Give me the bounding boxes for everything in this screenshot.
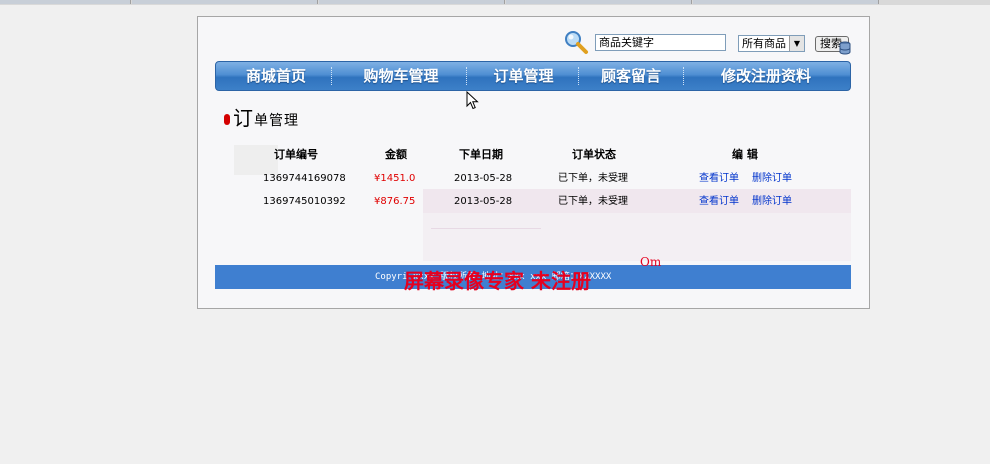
col-header-order-id: 订单编号 bbox=[274, 148, 318, 161]
nav-separator bbox=[683, 67, 684, 85]
nav-item-orders[interactable]: 订单管理 bbox=[471, 62, 576, 90]
order-status: 已下单，未受理 bbox=[558, 196, 628, 207]
nav-item-home[interactable]: 商城首页 bbox=[226, 62, 326, 90]
main-nav-bar: 商城首页 购物车管理 订单管理 顾客留言 修改注册资料 bbox=[215, 61, 851, 91]
page-title-first-char: 订 bbox=[233, 106, 253, 130]
order-status: 已下单，未受理 bbox=[558, 173, 628, 184]
mouse-cursor-icon bbox=[466, 91, 479, 110]
nav-item-messages[interactable]: 顾客留言 bbox=[581, 62, 681, 90]
background-smudge bbox=[234, 145, 278, 175]
delete-order-link[interactable]: 删除订单 bbox=[752, 195, 792, 209]
browser-tab[interactable] bbox=[319, 0, 505, 4]
view-order-link[interactable]: 查看订单 bbox=[699, 195, 739, 209]
watermark-superscript: Om bbox=[640, 255, 662, 269]
browser-tab[interactable] bbox=[506, 0, 692, 4]
view-order-link[interactable]: 查看订单 bbox=[699, 172, 739, 186]
shop-page: 所有商品 ▼ 搜索 商城首页 购物车管理 订单管理 顾客留言 修改注册资料 订 … bbox=[197, 16, 870, 309]
col-header-date: 下单日期 bbox=[459, 148, 503, 161]
col-header-edit: 编 辑 bbox=[732, 148, 758, 161]
browser-tab[interactable] bbox=[0, 0, 131, 4]
title-bullet-icon bbox=[224, 114, 230, 125]
row-shade bbox=[423, 213, 851, 261]
order-id: 1369744169078 bbox=[263, 173, 346, 184]
nav-item-profile[interactable]: 修改注册资料 bbox=[691, 62, 841, 90]
recorder-watermark: 屏幕录像专家 未注册 bbox=[404, 269, 591, 293]
delete-order-link[interactable]: 删除订单 bbox=[752, 172, 792, 186]
nav-separator bbox=[331, 67, 332, 85]
dropdown-arrow-icon[interactable]: ▼ bbox=[789, 36, 804, 51]
database-icon bbox=[839, 41, 851, 55]
browser-tab[interactable] bbox=[132, 0, 318, 4]
search-input[interactable] bbox=[595, 34, 726, 51]
order-date: 2013-05-28 bbox=[454, 173, 513, 184]
col-header-amount: 金额 bbox=[385, 148, 407, 161]
browser-tab[interactable] bbox=[693, 0, 879, 4]
nav-separator bbox=[578, 67, 579, 85]
col-header-status: 订单状态 bbox=[572, 148, 616, 161]
order-amount: ¥876.75 bbox=[374, 196, 416, 207]
order-amount: ¥1451.0 bbox=[374, 173, 416, 184]
row-shade-line bbox=[431, 228, 541, 229]
category-select-value: 所有商品 bbox=[742, 37, 786, 50]
magnifier-icon bbox=[565, 31, 588, 54]
nav-separator bbox=[466, 67, 467, 85]
page-title-rest: 单管理 bbox=[254, 113, 299, 129]
order-id: 1369745010392 bbox=[263, 196, 346, 207]
category-select[interactable]: 所有商品 ▼ bbox=[738, 35, 805, 52]
nav-item-cart[interactable]: 购物车管理 bbox=[336, 62, 466, 90]
order-date: 2013-05-28 bbox=[454, 196, 513, 207]
browser-tab-strip bbox=[0, 0, 990, 5]
